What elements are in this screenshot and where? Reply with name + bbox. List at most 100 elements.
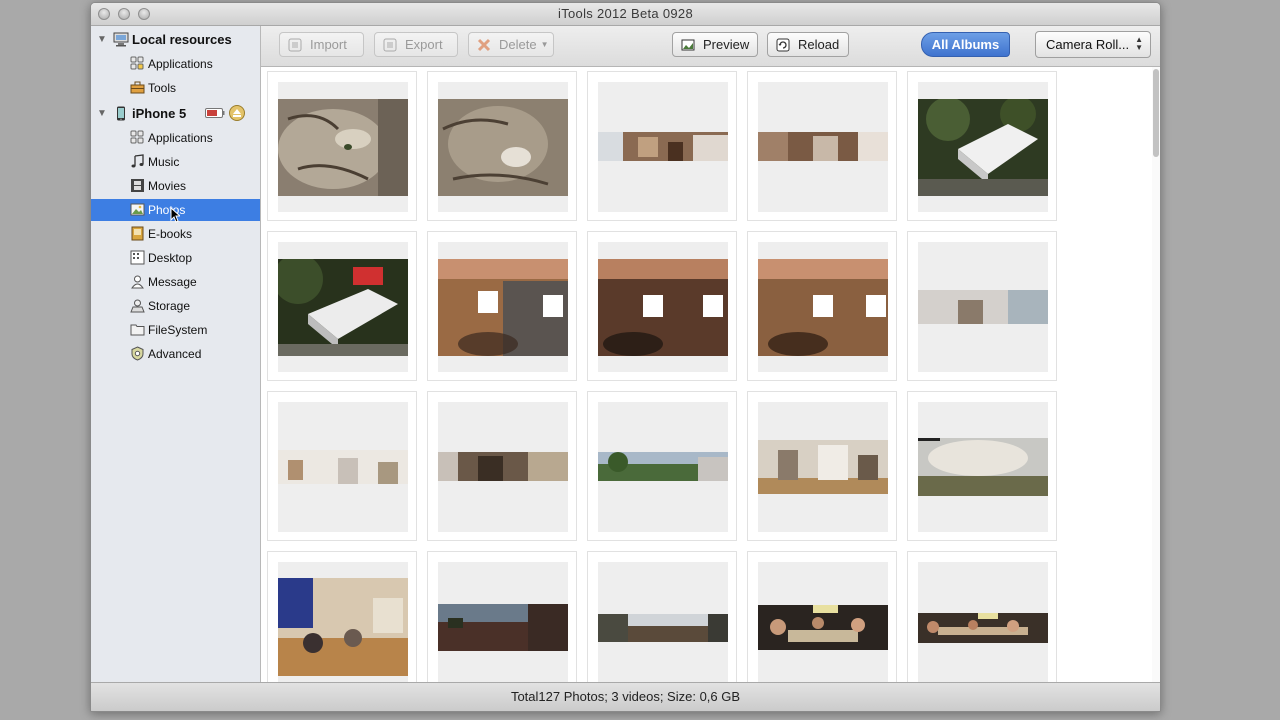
sidebar-item-label: FileSystem (148, 323, 208, 337)
photo-image (918, 613, 1048, 643)
eject-icon[interactable] (229, 105, 245, 121)
photo-thumbnail[interactable] (267, 391, 417, 541)
sidebar-item-label: Storage (148, 299, 191, 313)
photo-thumbnail[interactable] (267, 551, 417, 683)
import-button[interactable]: Import (279, 32, 364, 57)
import-label: Import (310, 37, 347, 52)
window-title: iTools 2012 Beta 0928 (558, 6, 693, 21)
photo-thumbnail[interactable] (587, 551, 737, 683)
scrollbar-thumb[interactable] (1153, 69, 1159, 157)
photo-thumbnail[interactable] (907, 71, 1057, 221)
sidebar-item-advanced[interactable]: Advanced (91, 343, 260, 365)
sidebar-group-iphone[interactable]: ▼ iPhone 5 (91, 102, 260, 126)
sidebar-item-applications[interactable]: Applications (91, 127, 260, 149)
toolbar: Import Export Delete ▼ Preview Reload Al… (261, 26, 1160, 67)
sidebar-item-label: Tools (148, 81, 177, 95)
delete-button[interactable]: Delete ▼ (468, 32, 554, 57)
photo-image (278, 99, 408, 196)
delete-x-icon (477, 38, 491, 51)
photo-thumbnail[interactable] (907, 391, 1057, 541)
photo-thumbnail[interactable] (747, 71, 897, 221)
sidebar-item-tools[interactable]: Tools (91, 77, 260, 99)
folder-icon (130, 324, 145, 336)
photo-thumbnail[interactable] (907, 231, 1057, 381)
sidebar-item-label: Applications (148, 57, 213, 71)
photo-image (918, 290, 1048, 324)
sidebar-item-label: Message (148, 275, 197, 289)
photo-image (758, 259, 888, 356)
photo-image (278, 578, 408, 676)
sidebar-group-label: Local resources (132, 32, 232, 47)
photo-icon (130, 203, 145, 216)
sidebar-item-filesystem[interactable]: FileSystem (91, 319, 260, 341)
sidebar-item-ebooks[interactable]: E-books (91, 223, 260, 245)
mouse-cursor-icon (170, 207, 180, 223)
photo-thumbnail[interactable] (907, 551, 1057, 683)
sidebar-item-movies[interactable]: Movies (91, 175, 260, 197)
updown-arrows-icon: ▲ ▼ (1135, 35, 1143, 52)
sidebar-item-label: Music (148, 155, 180, 169)
photo-thumbnail[interactable] (267, 71, 417, 221)
photo-image (598, 452, 728, 481)
photo-thumbnail[interactable] (427, 71, 577, 221)
photo-image (598, 259, 728, 356)
applications-icon (130, 130, 144, 144)
sidebar-item-desktop[interactable]: Desktop (91, 247, 260, 269)
photo-image (278, 450, 408, 484)
status-bar: Total127 Photos; 3 videos; Size: 0,6 GB (91, 682, 1160, 711)
delete-label: Delete (499, 37, 537, 52)
sidebar-item-label: E-books (148, 227, 193, 241)
app-window: iTools 2012 Beta 0928 ▼ Local resources … (90, 2, 1161, 712)
export-button[interactable]: Export (374, 32, 458, 57)
sidebar: ▼ Local resources Applications Tools ▼ i… (91, 26, 261, 683)
reload-button[interactable]: Reload (767, 32, 849, 57)
photo-image (918, 438, 1048, 496)
status-text: Total127 Photos; 3 videos; Size: 0,6 GB (510, 689, 741, 704)
photo-image (278, 259, 408, 356)
photo-thumbnail[interactable] (587, 231, 737, 381)
photo-image (598, 132, 728, 161)
photo-thumbnail[interactable] (267, 231, 417, 381)
photo-image (438, 99, 568, 196)
album-select[interactable]: Camera Roll... ▲ ▼ (1035, 31, 1151, 58)
album-select-value: Camera Roll... (1046, 37, 1130, 52)
photo-thumbnail[interactable] (427, 231, 577, 381)
sidebar-item-local-applications[interactable]: Applications (91, 53, 260, 75)
photo-thumbnail[interactable] (747, 391, 897, 541)
photo-thumbnail[interactable] (747, 551, 897, 683)
photo-image (918, 99, 1048, 196)
photo-image (758, 440, 888, 494)
vertical-scrollbar[interactable] (1152, 67, 1160, 683)
all-albums-button[interactable]: All Albums (921, 32, 1010, 57)
photo-thumbnail[interactable] (427, 391, 577, 541)
photo-thumbnail[interactable] (587, 391, 737, 541)
photo-image (438, 604, 568, 651)
sidebar-item-storage[interactable]: Storage (91, 295, 260, 317)
sidebar-group-label: iPhone 5 (132, 106, 187, 121)
disclosure-triangle-icon[interactable]: ▼ (97, 34, 107, 45)
photo-thumbnail[interactable] (427, 551, 577, 683)
photo-thumbnail[interactable] (747, 231, 897, 381)
sidebar-item-label: Movies (148, 179, 187, 193)
import-icon (288, 38, 302, 51)
disclosure-triangle-icon[interactable]: ▼ (97, 108, 107, 119)
sidebar-item-message[interactable]: Message (91, 271, 260, 293)
preview-button[interactable]: Preview (672, 32, 758, 57)
photo-image (438, 452, 568, 481)
desktop-icon (130, 250, 145, 265)
sidebar-item-label: Desktop (148, 251, 193, 265)
iphone-icon (117, 106, 125, 121)
sidebar-item-label: Advanced (148, 347, 202, 361)
photo-thumbnail[interactable] (587, 71, 737, 221)
sidebar-item-music[interactable]: Music (91, 151, 260, 173)
sidebar-item-label: Applications (148, 131, 213, 145)
reload-label: Reload (798, 37, 840, 52)
storage-icon (130, 299, 145, 313)
toolbox-icon (130, 81, 145, 94)
gear-icon (131, 346, 144, 361)
sidebar-group-local-resources[interactable]: ▼ Local resources (91, 28, 260, 52)
applications-icon (130, 56, 144, 70)
film-icon (131, 179, 144, 192)
preview-label: Preview (703, 37, 750, 52)
export-icon (383, 38, 397, 51)
